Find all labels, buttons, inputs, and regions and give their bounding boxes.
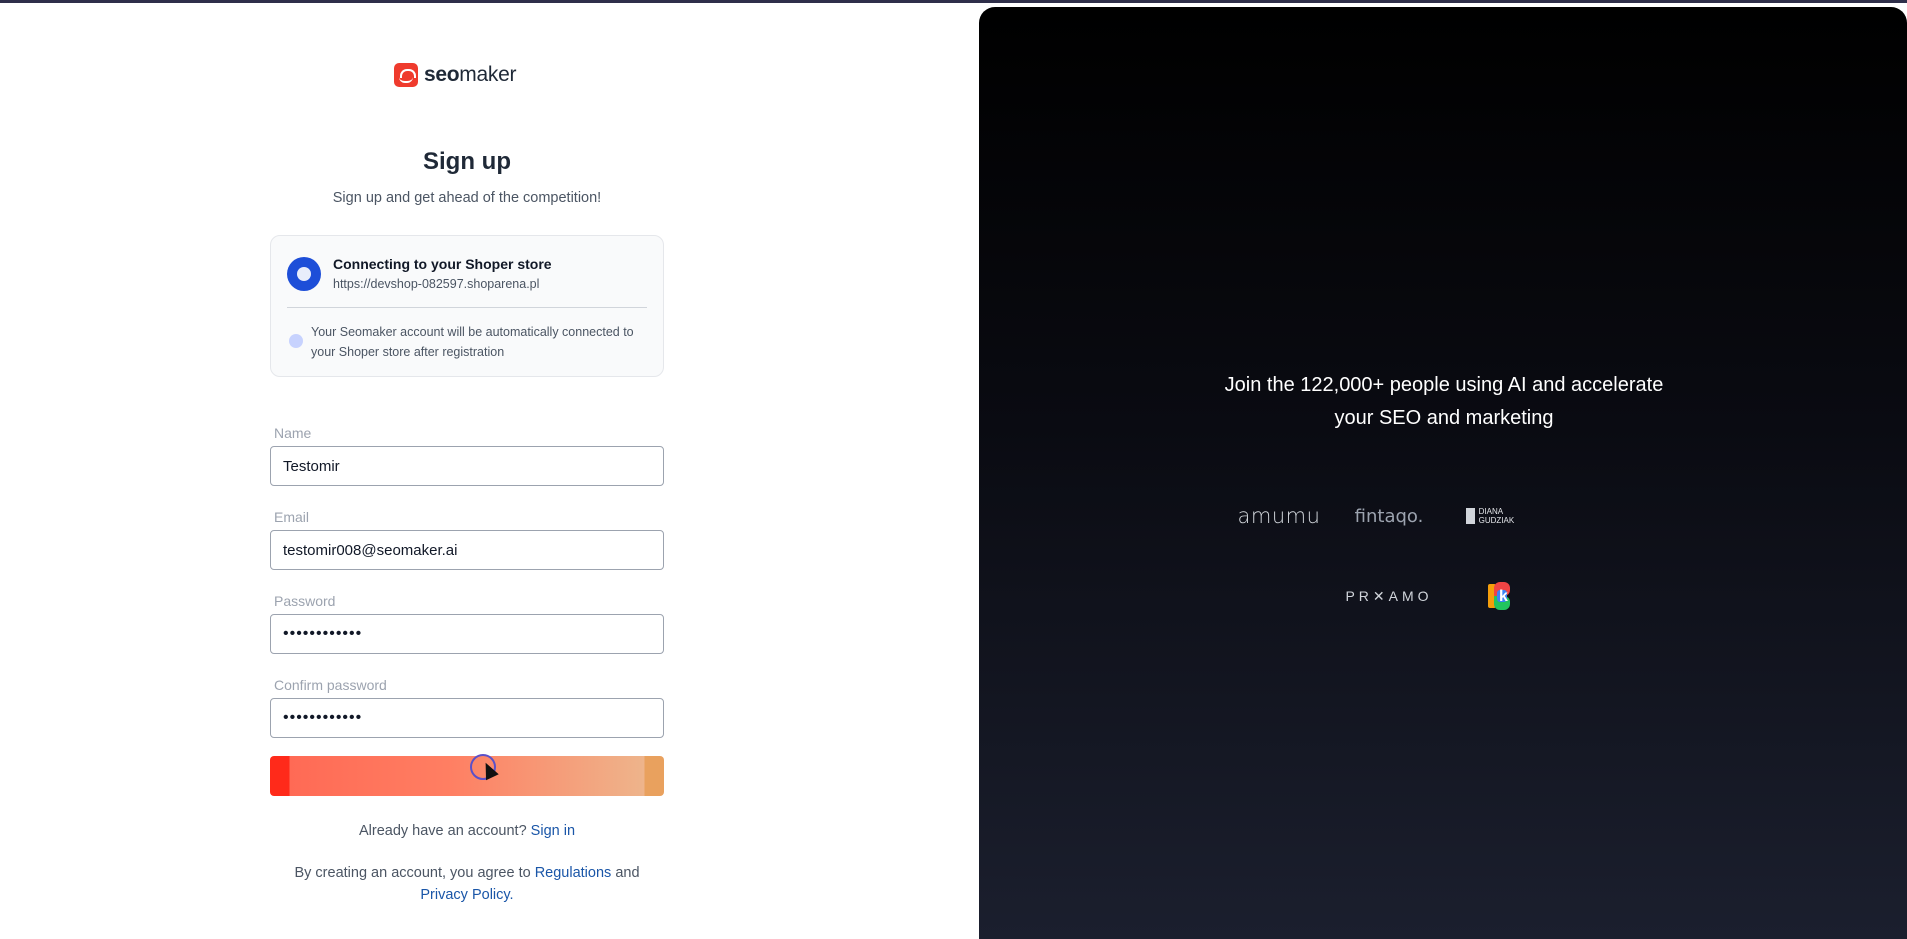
proxamo-logo: PR✕AMO (1345, 587, 1433, 604)
password-label: Password (274, 593, 336, 609)
page-title: Sign up (423, 148, 511, 175)
info-icon (289, 334, 303, 348)
seomaker-logo-text: seomaker (424, 63, 517, 86)
password-value: •••••••••••• (283, 625, 363, 642)
name-label: Name (274, 425, 312, 441)
seomaker-logo[interactable]: seomaker (394, 62, 516, 88)
email-input[interactable]: testomir008@seomaker.ai (270, 530, 664, 570)
shoper-icon (287, 257, 321, 291)
signin-prompt-text: Already have an account? (358, 823, 527, 839)
regulations-link[interactable]: Regulations (535, 865, 612, 881)
card-divider (287, 307, 647, 308)
diana-gudziak-logo: DIANA GUDZIAK (1466, 503, 1532, 529)
diana-logo-text: DIANA GUDZIAK (1478, 507, 1515, 525)
seomaker-logo-icon (394, 63, 418, 87)
k-brand-logo: k (1484, 580, 1514, 612)
signup-panel: seomaker Sign up Sign up and get ahead o… (0, 0, 979, 939)
confirm-password-value: •••••••••••• (283, 709, 363, 726)
terms-and: and (615, 865, 640, 881)
name-value: Testomir (283, 457, 340, 475)
shoper-connect-card: Connecting to your Shoper store https://… (270, 235, 664, 377)
connect-url: https://devshop-082597.shoparena.pl (333, 277, 540, 291)
diana-logo-mark (1466, 508, 1475, 524)
confirm-password-label: Confirm password (274, 677, 387, 693)
terms-prefix: By creating an account, you agree to (294, 865, 531, 881)
signin-link[interactable]: Sign in (531, 823, 575, 839)
connect-info-text: Your Seomaker account will be automatica… (311, 325, 634, 359)
terms-notice: By creating an account, you agree to Reg… (270, 862, 664, 906)
page-subtitle: Sign up and get ahead of the competition… (332, 190, 602, 206)
signup-submit-button[interactable] (270, 756, 664, 796)
confirm-password-input[interactable]: •••••••••••• (270, 698, 664, 738)
k-logo-icon: k (1484, 580, 1514, 612)
email-label: Email (274, 509, 310, 525)
name-input[interactable]: Testomir (270, 446, 664, 486)
connect-title: Connecting to your Shoper store (333, 256, 552, 272)
promo-panel: Join the 122,000+ people using AI and ac… (979, 7, 1907, 939)
password-input[interactable]: •••••••••••• (270, 614, 664, 654)
promo-tagline: Join the 122,000+ people using AI and ac… (1224, 374, 1664, 429)
fintaqo-logo: fintaqo. (1354, 505, 1424, 527)
privacy-policy-link[interactable]: Privacy Policy. (420, 887, 513, 903)
signin-prompt: Already have an account? Sign in (270, 823, 664, 839)
amumu-logo: amumu (1237, 504, 1321, 528)
email-value: testomir008@seomaker.ai (283, 541, 458, 559)
